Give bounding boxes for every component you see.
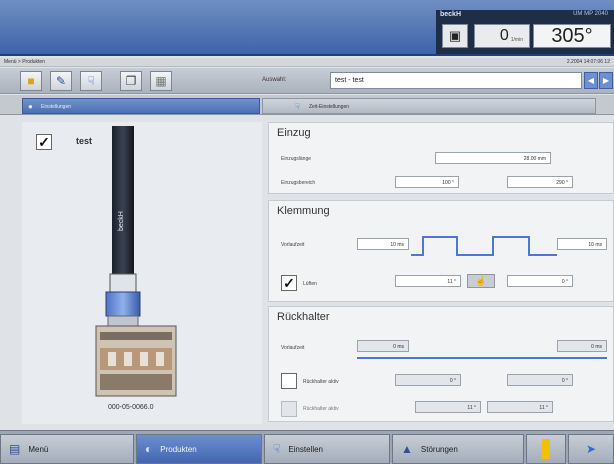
klemmung-section: Klemmung Vorlaufzeit 10 ms 10 ms ✓ Lüfte… xyxy=(268,200,614,302)
produkten-button[interactable]: ◐ Produkten xyxy=(136,434,262,464)
hand-icon: ☟ xyxy=(273,442,281,456)
vent-checkbox[interactable]: ✓ xyxy=(281,275,297,291)
retainer-active-2-end-field[interactable]: 11 ° xyxy=(487,401,553,413)
retainer-active-label: Rückhalter aktiv xyxy=(303,379,339,385)
produkten-label: Produkten xyxy=(160,444,197,454)
einstellen-button[interactable]: ☟ Einstellen xyxy=(264,434,390,464)
tool-id: 000-05-0066.0 xyxy=(108,404,154,411)
grid-icon: ▦ xyxy=(155,74,167,88)
retainer-lead-label: Vorlaufzeit xyxy=(281,345,305,351)
alarm-button[interactable] xyxy=(526,434,566,464)
retainer-active-checkbox[interactable] xyxy=(281,373,297,389)
hand-icon: ☟ xyxy=(87,74,95,88)
copy-icon: ❐ xyxy=(125,74,137,88)
retainer-active-2-checkbox[interactable] xyxy=(281,401,297,417)
feed-range-label: Einzugsbereich xyxy=(281,180,316,186)
einstellen-label: Einstellen xyxy=(288,444,323,454)
clamp-lead-end-field[interactable]: 10 ms xyxy=(557,238,607,250)
tool-checkbox[interactable]: ✓ xyxy=(36,134,52,150)
tab-settings[interactable]: ● Einstellungen xyxy=(22,98,260,114)
feed-range-start-field[interactable]: 100 ° xyxy=(395,176,459,188)
program-label: Auswahl: xyxy=(262,77,287,83)
edit-button[interactable]: ✎ xyxy=(50,71,72,91)
pointer-icon: ☝ xyxy=(475,276,487,286)
clamp-lead-label: Vorlaufzeit xyxy=(281,242,305,248)
menu-label: Menü xyxy=(28,444,49,454)
next-program-button[interactable]: ▶ xyxy=(599,72,613,89)
tab-time-settings[interactable]: ☟ Zeit-Einstellungen xyxy=(262,98,596,114)
grid-button[interactable]: ▦ xyxy=(150,71,172,91)
tab-bar: ● Einstellungen ☟ Zeit-Einstellungen xyxy=(0,95,614,115)
speed-value: 0 xyxy=(499,27,509,44)
tool-illustration: beckH xyxy=(95,126,177,397)
camera-button[interactable]: ▣ xyxy=(442,24,468,48)
program-input[interactable]: test - test xyxy=(330,72,582,89)
arrow-left-icon: ◀ xyxy=(587,76,595,85)
speed-unit: 1/min xyxy=(510,36,523,43)
products-icon: ◐ xyxy=(145,442,153,456)
hand-button[interactable]: ☟ xyxy=(80,71,102,91)
retainer-active-2-start-field[interactable]: 11 ° xyxy=(415,401,481,413)
folder-icon: ■ xyxy=(27,74,35,88)
next-button[interactable]: ➤ xyxy=(568,434,614,464)
settings-tab-icon: ● xyxy=(28,102,33,111)
prev-program-button[interactable]: ◀ xyxy=(584,72,598,89)
datetime-text: 2.2004 14:07:06 12 xyxy=(566,59,610,65)
einzug-section: Einzug Einzugslänge 28.00 mm Einzugsbere… xyxy=(268,122,614,194)
vent-end-field[interactable]: 0 ° xyxy=(507,275,573,287)
menu-icon: ▤ xyxy=(9,442,21,456)
tab-label: Einstellungen xyxy=(41,104,72,110)
svg-text:beckH: beckH xyxy=(118,211,125,231)
breadcrumb-bar: Menü > Produkten 2.2004 14:07:06 12 xyxy=(0,58,614,67)
camera-icon: ▣ xyxy=(448,28,462,43)
breadcrumb: Menü > Produkten xyxy=(4,59,45,65)
teach-button[interactable]: ☝ xyxy=(467,274,495,288)
angle-display: 305° xyxy=(533,24,611,48)
arrow-right-icon: ➤ xyxy=(585,442,597,456)
section-title: Einzug xyxy=(277,127,311,139)
speed-display: 0 1/min xyxy=(474,24,530,48)
feed-length-label: Einzugslänge xyxy=(281,156,312,162)
retainer-timing-line xyxy=(357,357,607,359)
alarm-icon xyxy=(542,439,550,459)
open-folder-button[interactable]: ■ xyxy=(20,71,42,91)
machine-caption: UM MP 2040 xyxy=(573,11,608,17)
vent-label: Lüften xyxy=(303,281,317,287)
hand-icon: ☟ xyxy=(295,102,300,111)
pen-icon: ✎ xyxy=(55,74,67,88)
retainer-active-2-label: Rückhalter aktiv xyxy=(303,406,339,412)
retainer-active-start-field[interactable]: 0 ° xyxy=(395,374,461,386)
tab-label: Zeit-Einstellungen xyxy=(309,104,350,110)
toolbar: ■ ✎ ☟ ❐ ▦ Auswahl: test - test ◀ ▶ xyxy=(0,68,614,94)
warning-icon: ▲ xyxy=(401,442,413,456)
clamp-timing-wave xyxy=(411,236,557,256)
retainer-active-end-field[interactable]: 0 ° xyxy=(507,374,573,386)
feed-length-field[interactable]: 28.00 mm xyxy=(435,152,551,164)
stoerungen-label: Störungen xyxy=(420,444,458,454)
vent-start-field[interactable]: 11 ° xyxy=(395,275,461,287)
section-title: Klemmung xyxy=(277,205,330,217)
rueckhalter-section: Rückhalter Vorlaufzeit 0 ms 0 ms Rückhal… xyxy=(268,306,614,422)
section-title: Rückhalter xyxy=(277,311,330,323)
copy-button[interactable]: ❐ xyxy=(120,71,142,91)
retainer-lead-end-field[interactable]: 0 ms xyxy=(557,340,607,352)
menu-button[interactable]: ▤ Menü xyxy=(0,434,134,464)
stoerungen-button[interactable]: ▲ Störungen xyxy=(392,434,524,464)
feed-range-end-field[interactable]: 290 ° xyxy=(507,176,573,188)
arrow-right-icon: ▶ xyxy=(602,76,610,85)
brand-logo: beckH xyxy=(440,11,462,18)
retainer-lead-start-field[interactable]: 0 ms xyxy=(357,340,409,352)
bottom-nav: ▤ Menü ◐ Produkten ☟ Einstellen ▲ Störun… xyxy=(0,430,614,464)
clamp-lead-start-field[interactable]: 10 ms xyxy=(357,238,409,250)
